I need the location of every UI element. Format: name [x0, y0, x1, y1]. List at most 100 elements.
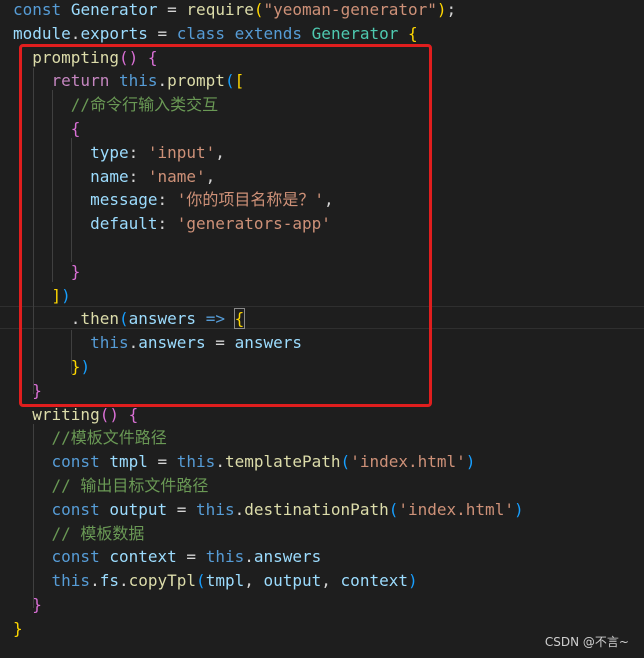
code-token: =: [205, 333, 235, 352]
code-line[interactable]: }: [13, 619, 23, 643]
code-line[interactable]: return this.prompt([: [13, 71, 245, 95]
code-token: output: [109, 500, 168, 519]
code-token: (): [118, 48, 139, 67]
code-token: const: [13, 0, 62, 19]
code-token: 'index.html': [350, 452, 466, 471]
code-line[interactable]: message: '你的项目名称是？',: [13, 190, 334, 214]
code-line[interactable]: name: 'name',: [13, 167, 215, 191]
code-token: "yeoman-generator": [263, 0, 437, 19]
code-token: //模板文件路径: [51, 428, 167, 447]
code-token: }: [70, 262, 81, 281]
code-line[interactable]: .then(answers => {: [13, 308, 246, 333]
code-line[interactable]: const tmpl = this.templatePath('index.ht…: [13, 452, 476, 476]
code-line[interactable]: // 输出目标文件路径: [13, 476, 209, 500]
code-token: default: [90, 214, 158, 233]
code-token: {: [233, 308, 246, 329]
code-token: prompt: [167, 71, 225, 90]
code-line[interactable]: //模板文件路径: [13, 428, 167, 452]
code-token: ): [436, 0, 447, 19]
code-token: destinationPath: [244, 500, 389, 519]
code-token: class: [176, 24, 225, 43]
code-token: type: [90, 143, 129, 162]
code-token: (): [99, 405, 119, 424]
code-token: return: [51, 71, 110, 90]
code-line[interactable]: type: 'input',: [13, 143, 225, 167]
code-token: ,: [321, 571, 341, 590]
code-token: =: [147, 24, 177, 43]
code-token: context: [340, 571, 408, 590]
code-token: .: [128, 333, 139, 352]
code-line[interactable]: const output = this.destinationPath('ind…: [13, 500, 524, 524]
code-token: :: [157, 214, 177, 233]
code-token: copyTpl: [128, 571, 197, 590]
code-line[interactable]: }): [13, 357, 90, 381]
code-token: 'input': [147, 143, 216, 162]
code-token: fs: [99, 571, 119, 590]
code-token: this: [196, 500, 235, 519]
code-token: // 模板数据: [51, 524, 145, 543]
code-token: Generator: [311, 24, 399, 43]
code-token: this: [205, 547, 245, 566]
code-token: ;: [446, 0, 457, 19]
code-token: extends: [234, 24, 303, 43]
code-token: // 输出目标文件路径: [51, 476, 209, 495]
code-token: }: [32, 595, 42, 614]
code-token: //命令行输入类交互: [70, 95, 219, 114]
code-token: {: [408, 24, 418, 43]
code-line[interactable]: ]): [13, 286, 71, 310]
code-token: (: [118, 309, 129, 328]
code-line[interactable]: this.fs.copyTpl(tmpl, output, context): [13, 571, 418, 595]
code-token: (: [388, 500, 399, 519]
code-token: ,: [215, 143, 225, 162]
code-token: prompting: [32, 48, 119, 67]
code-token: :: [128, 167, 148, 186]
code-line[interactable]: default: 'generators-app': [13, 214, 331, 238]
code-token: .: [70, 24, 81, 43]
code-token: this: [176, 452, 216, 471]
code-token: (: [253, 0, 264, 19]
code-token: ): [513, 500, 524, 519]
code-line[interactable]: prompting() {: [13, 48, 158, 72]
code-token: const: [51, 547, 100, 566]
code-token: (: [340, 452, 351, 471]
code-line[interactable]: }: [13, 262, 81, 286]
code-line[interactable]: }: [13, 381, 42, 405]
code-token: answers: [234, 333, 303, 352]
code-token: =: [167, 500, 197, 519]
code-token: require: [186, 0, 254, 19]
code-token: '你的项目名称是？': [176, 190, 325, 209]
code-line[interactable]: this.answers = answers: [13, 333, 302, 357]
code-line[interactable]: module.exports = class extends Generator…: [13, 24, 418, 48]
code-token: Generator: [70, 0, 158, 19]
code-editor[interactable]: const Generator = require("yeoman-genera…: [0, 0, 644, 658]
code-line[interactable]: {: [13, 119, 81, 143]
code-token: .: [244, 547, 254, 566]
code-line[interactable]: const Generator = require("yeoman-genera…: [13, 0, 456, 24]
code-line[interactable]: const context = this.answers: [13, 547, 322, 571]
code-line[interactable]: //命令行输入类交互: [13, 95, 218, 119]
code-token: {: [147, 48, 158, 67]
code-token: :: [157, 190, 177, 209]
code-token: =: [147, 452, 177, 471]
code-token: }: [13, 619, 23, 638]
code-token: ): [80, 357, 91, 376]
code-line[interactable]: writing() {: [13, 405, 138, 429]
code-line[interactable]: // 模板数据: [13, 524, 145, 548]
code-line[interactable]: }: [13, 595, 42, 619]
